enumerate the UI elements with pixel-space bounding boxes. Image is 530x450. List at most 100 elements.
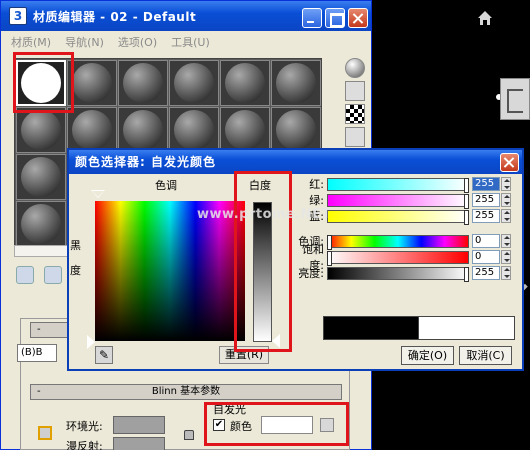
menu-tools[interactable]: 工具(U) xyxy=(171,34,210,50)
material-slot[interactable] xyxy=(118,107,168,153)
value-label: 亮度: xyxy=(298,267,324,280)
material-sphere xyxy=(72,63,112,103)
material-sphere xyxy=(21,110,61,150)
red-channel-row: 红: 255 xyxy=(291,177,511,193)
red-value-input[interactable]: 255 xyxy=(472,177,500,191)
value-slider[interactable] xyxy=(327,266,469,282)
red-slider[interactable] xyxy=(327,177,469,193)
close-button[interactable] xyxy=(348,8,368,28)
material-slot[interactable] xyxy=(16,201,66,247)
value-spinner[interactable] xyxy=(501,266,511,280)
collapse-icon: - xyxy=(37,324,41,335)
checker-background-icon[interactable] xyxy=(345,104,365,124)
dialog-close-button[interactable] xyxy=(500,153,519,172)
menu-bar: 材质(M) 导航(N) 选项(O) 工具(U) xyxy=(1,31,371,53)
sample-type-toolbar xyxy=(345,58,367,150)
home-icon[interactable] xyxy=(477,10,493,26)
window-title: 材质编辑器 - 02 - Default xyxy=(33,9,197,24)
hue-label: 色调 xyxy=(155,179,177,192)
green-slider[interactable] xyxy=(327,193,469,209)
material-toolbar xyxy=(16,266,62,284)
ambient-lock-button[interactable] xyxy=(38,426,52,440)
material-slot[interactable] xyxy=(67,60,117,106)
material-slot[interactable] xyxy=(169,107,219,153)
backlight-icon[interactable] xyxy=(345,81,365,101)
blinn-rollout-title: Blinn 基本参数 xyxy=(151,386,221,397)
material-sphere xyxy=(21,157,61,197)
green-spinner[interactable] xyxy=(501,193,511,207)
saturation-value-input[interactable]: 0 xyxy=(472,250,500,264)
value-channel-row: 亮度: 255 xyxy=(291,266,511,282)
material-sphere xyxy=(21,204,61,244)
red-label: 红: xyxy=(309,178,324,191)
red-spinner[interactable] xyxy=(501,177,511,191)
cancel-button[interactable]: 取消(C) xyxy=(459,346,512,365)
new-color-preview xyxy=(419,316,515,340)
material-slot[interactable] xyxy=(16,107,66,153)
material-sphere xyxy=(123,63,163,103)
menu-material[interactable]: 材质(M) xyxy=(11,34,51,50)
hue-spinner[interactable] xyxy=(501,234,511,248)
dialog-titlebar[interactable]: 颜色选择器: 自发光颜色 xyxy=(69,150,522,174)
sample-sphere-icon[interactable] xyxy=(345,58,365,78)
minimize-button[interactable] xyxy=(302,8,322,28)
material-sphere xyxy=(225,110,265,150)
material-slot[interactable] xyxy=(67,107,117,153)
app-icon: 3 xyxy=(9,7,27,25)
color-selector-dialog: 颜色选择器: 自发光颜色 色调 黑 度 ✎ 重置(R) 白度 红: 255 绿:… xyxy=(67,148,524,371)
blue-value-input[interactable]: 255 xyxy=(472,209,500,223)
blackness-pointer-icon[interactable] xyxy=(87,335,95,349)
watermark: www.prtome.NET xyxy=(197,207,331,222)
saturation-slider[interactable] xyxy=(327,250,469,266)
lock-icon[interactable] xyxy=(184,430,194,440)
material-slot[interactable] xyxy=(220,107,270,153)
collapse-icon: - xyxy=(37,386,41,397)
hue-slider[interactable] xyxy=(327,234,469,250)
self-illum-highlight xyxy=(204,402,349,446)
material-sphere xyxy=(123,110,163,150)
eyedropper-icon[interactable]: ✎ xyxy=(95,346,113,364)
material-sphere xyxy=(276,110,316,150)
blackness-label-degree: 度 xyxy=(70,264,81,277)
diffuse-color-swatch[interactable] xyxy=(113,437,165,450)
material-slot[interactable] xyxy=(16,154,66,200)
blue-spinner[interactable] xyxy=(501,209,511,223)
menu-options[interactable]: 选项(O) xyxy=(118,34,157,50)
hue-blackness-field[interactable] xyxy=(95,201,245,341)
menu-navigation[interactable]: 导航(N) xyxy=(65,34,104,50)
ambient-label: 环境光: xyxy=(66,420,103,433)
hue-pointer-icon[interactable] xyxy=(91,190,105,198)
blinn-rollout-header[interactable]: - Blinn 基本参数 xyxy=(30,384,342,400)
blue-slider[interactable] xyxy=(327,209,469,225)
green-value-input[interactable]: 255 xyxy=(472,193,500,207)
ok-button[interactable]: 确定(O) xyxy=(401,346,454,365)
dialog-title: 颜色选择器: 自发光颜色 xyxy=(75,155,216,169)
material-sphere xyxy=(72,110,112,150)
material-sphere xyxy=(174,110,214,150)
material-slot[interactable] xyxy=(118,60,168,106)
material-sphere xyxy=(174,63,214,103)
put-material-icon[interactable] xyxy=(44,266,62,284)
material-slot[interactable] xyxy=(271,60,321,106)
value-value-input[interactable]: 255 xyxy=(472,266,500,280)
green-label: 绿: xyxy=(309,194,324,207)
whiteness-highlight xyxy=(234,171,292,352)
shader-type-dropdown[interactable]: (B)B xyxy=(17,344,57,362)
ambient-color-swatch[interactable] xyxy=(113,416,165,434)
diffuse-label: 漫反射: xyxy=(66,440,103,450)
sample-uv-icon[interactable] xyxy=(345,127,365,147)
material-slot[interactable] xyxy=(220,60,270,106)
original-color-preview xyxy=(323,316,419,340)
blackness-label-black: 黑 xyxy=(70,239,81,252)
viewcube-icon[interactable] xyxy=(500,78,530,120)
maximize-button[interactable] xyxy=(325,8,345,28)
material-sphere xyxy=(225,63,265,103)
material-slot[interactable] xyxy=(169,60,219,106)
material-slot[interactable] xyxy=(271,107,321,153)
green-channel-row: 绿: 255 xyxy=(291,193,511,209)
material-sphere xyxy=(276,63,316,103)
saturation-channel-row: 饱和度: 0 xyxy=(291,243,511,272)
saturation-spinner[interactable] xyxy=(501,250,511,264)
get-material-icon[interactable] xyxy=(16,266,34,284)
hue-value-input[interactable]: 0 xyxy=(472,234,500,248)
